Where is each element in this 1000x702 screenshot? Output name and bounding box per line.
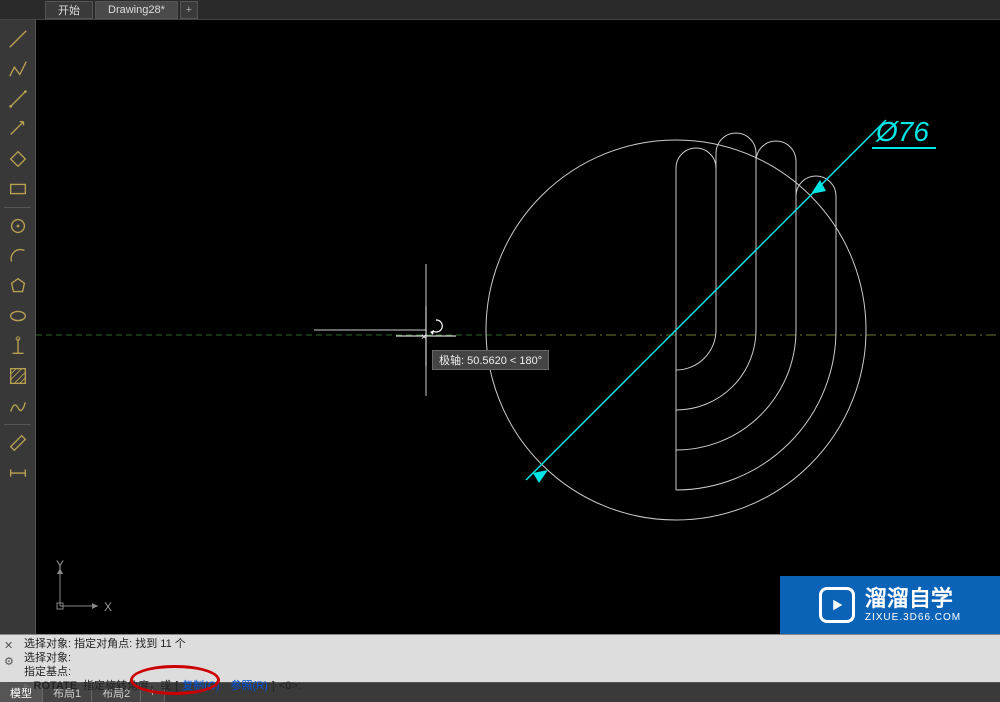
ellipse-tool-icon[interactable] — [2, 302, 34, 330]
rectangle-tool-icon[interactable] — [2, 175, 34, 203]
polyline-tool-icon[interactable] — [2, 55, 34, 83]
dimension-text: Ø76 — [876, 116, 929, 148]
svg-text:×: × — [421, 332, 427, 343]
watermark-title: 溜溜自学 — [865, 587, 961, 611]
arc-tool-icon[interactable] — [2, 242, 34, 270]
command-history-3: 指定基点: — [24, 665, 992, 679]
left-toolbar — [0, 20, 36, 634]
diamond-tool-icon[interactable] — [2, 145, 34, 173]
polar-tooltip: 极轴: 50.5620 < 180° — [432, 350, 549, 370]
hatch-tool-icon[interactable] — [2, 362, 34, 390]
option-reference[interactable]: 参照(R) — [231, 679, 268, 693]
command-name: ROTATE — [34, 679, 78, 693]
close-icon[interactable]: ✕ — [4, 639, 16, 651]
modify-line-icon[interactable] — [2, 115, 34, 143]
separator — [4, 207, 31, 208]
line-tool-icon[interactable] — [2, 25, 34, 53]
dimension-tool-icon[interactable] — [2, 459, 34, 487]
file-tabs-row: 开始 Drawing28* + — [0, 0, 1000, 20]
ucs-y-label: Y — [56, 558, 64, 572]
tab-drawing[interactable]: Drawing28* — [95, 1, 178, 19]
command-prompt-text: 指定旋转角度，或 — [83, 679, 171, 693]
freehand-tool-icon[interactable] — [2, 392, 34, 420]
option-copy[interactable]: 复制(C) — [182, 679, 219, 693]
diagonal-tool-icon[interactable] — [2, 85, 34, 113]
tab-add[interactable]: + — [180, 1, 198, 19]
gear-icon[interactable]: ⚙ — [4, 655, 16, 667]
anchor-tool-icon[interactable] — [2, 332, 34, 360]
drawing-svg: × — [36, 20, 1000, 634]
measure-tool-icon[interactable] — [2, 429, 34, 457]
drawing-canvas[interactable]: × Y X 极轴: 50.5620 < 180° Ø76 — [36, 20, 1000, 634]
command-default: <0>: — [279, 679, 301, 693]
command-prompt-line[interactable]: ▸ ROTATE 指定旋转角度，或 [ 复制(C) 参照(R) ] <0>: — [24, 679, 992, 693]
watermark-url: ZIXUE.3D66.COM — [865, 612, 961, 623]
watermark-badge: 溜溜自学 ZIXUE.3D66.COM — [780, 576, 1000, 634]
command-panel: ✕ ⚙ 选择对象: 指定对角点: 找到 11 个 选择对象: 指定基点: ▸ R… — [0, 634, 1000, 682]
separator — [4, 424, 31, 425]
play-icon — [819, 587, 855, 623]
command-history-2: 选择对象: — [24, 651, 992, 665]
ucs-x-label: X — [104, 600, 112, 614]
command-history-1: 选择对象: 指定对角点: 找到 11 个 — [24, 637, 992, 651]
polygon-tool-icon[interactable] — [2, 272, 34, 300]
circle-tool-icon[interactable] — [2, 212, 34, 240]
tab-start[interactable]: 开始 — [45, 1, 93, 19]
